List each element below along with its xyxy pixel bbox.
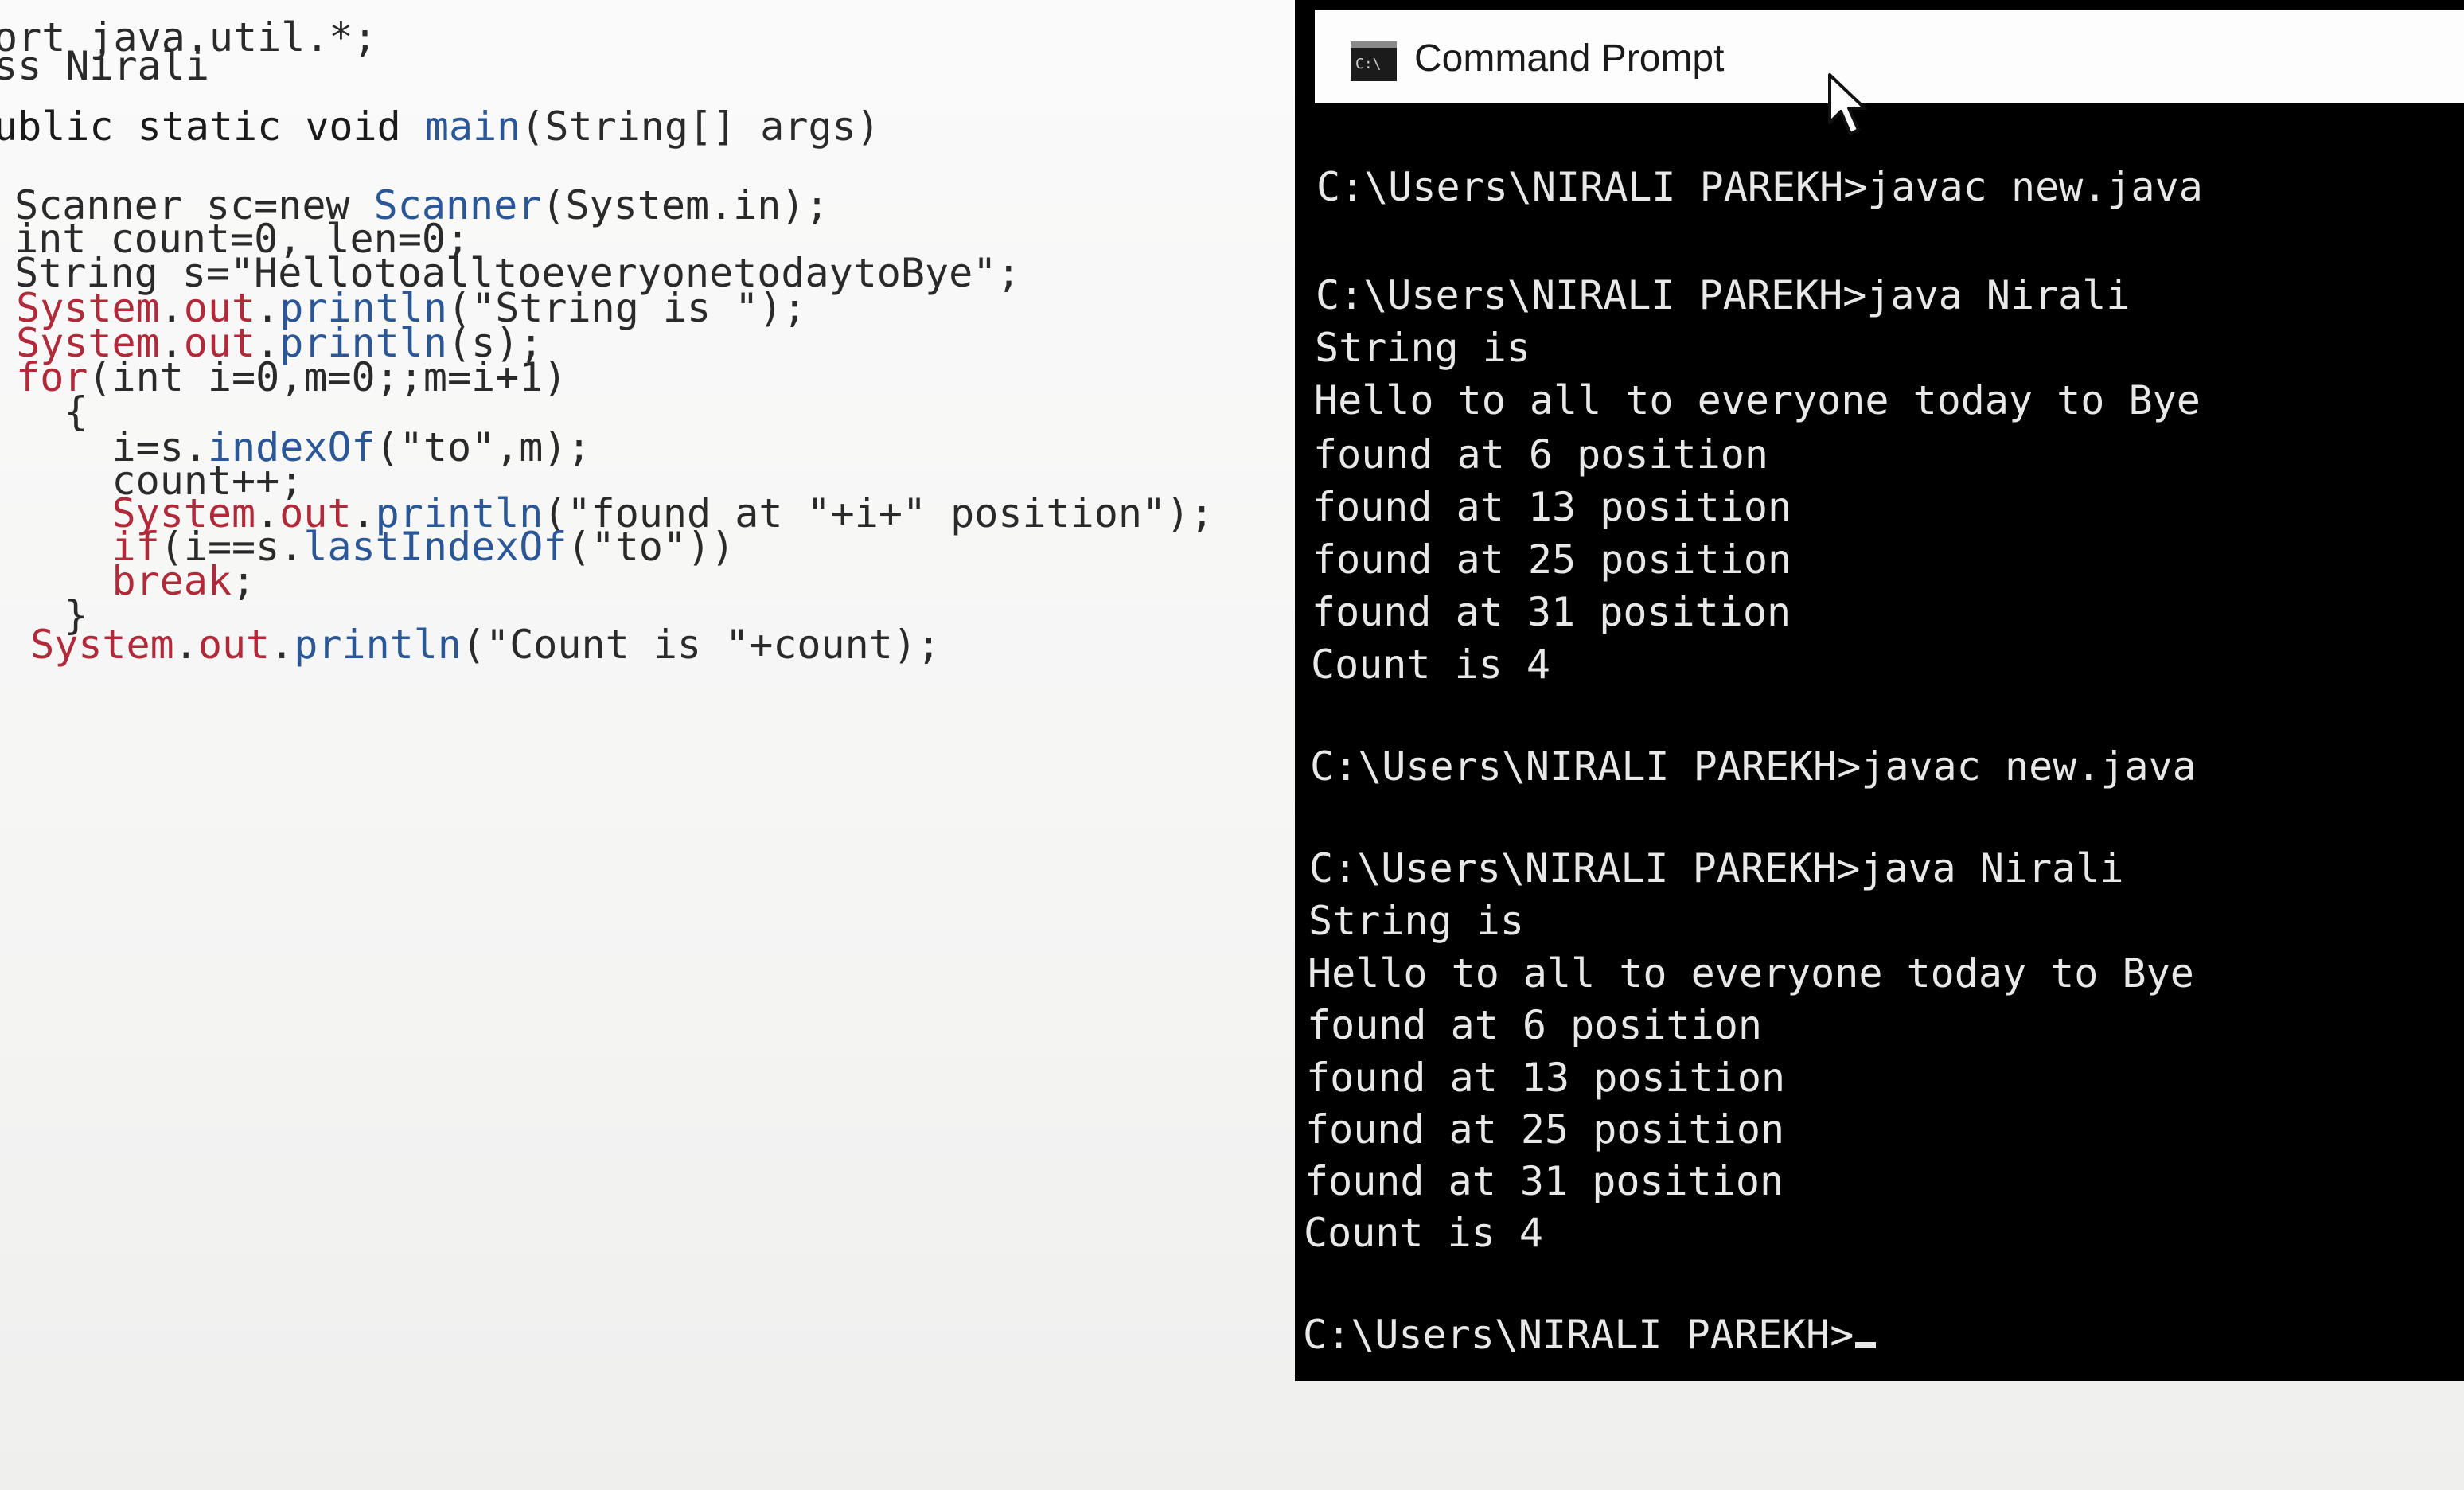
code-token: ublic static void (0, 103, 425, 150)
code-token: ss Nirali (0, 43, 209, 89)
terminal-line: found at 25 position (1312, 536, 1792, 583)
terminal-line: C:\Users\NIRALI PAREKH>javac new.java (1310, 743, 2197, 790)
code-token: (int i=0,m=0;;m=i+1) (88, 354, 567, 400)
code-token: lastIndexOf (303, 524, 567, 570)
text-cursor (1855, 1342, 1877, 1348)
code-token: ("to",m); (375, 424, 591, 470)
code-token: . (270, 622, 294, 668)
code-token: ; (232, 558, 256, 604)
code-token: ("Count is "+count); (461, 622, 942, 668)
pointer-arrow-icon (1828, 73, 1866, 135)
code-token: break (111, 558, 232, 604)
terminal-line: found at 31 position (1312, 589, 1791, 635)
terminal-line: String is (1315, 325, 1530, 371)
terminal-line: found at 6 position (1307, 1002, 1762, 1048)
terminal-line: C:\Users\NIRALI PAREKH>java Nirali (1316, 272, 2131, 318)
terminal-line: found at 6 position (1313, 431, 1768, 478)
code-token: ("to")) (567, 524, 735, 570)
terminal-line: found at 13 position (1306, 1055, 1786, 1101)
terminal-line: found at 25 position (1305, 1106, 1785, 1153)
code-token: main (424, 103, 521, 150)
terminal-prompt[interactable]: C:\Users\NIRALI PAREKH> (1303, 1312, 1877, 1358)
window-title: Command Prompt (1414, 37, 1725, 80)
code-token: out (197, 622, 271, 668)
terminal-line: Hello to all to everyone today to Bye (1314, 377, 2201, 423)
prompt-text: C:\Users\NIRALI PAREKH> (1303, 1312, 1854, 1358)
terminal-line: Count is 4 (1311, 642, 1551, 688)
terminal-line: Count is 4 (1304, 1210, 1544, 1256)
code-line: ss Nirali (0, 46, 209, 86)
code-token: (String[] args) (520, 103, 880, 150)
code-line: ublic static void main(String[] args) (0, 107, 880, 146)
terminal-line: C:\Users\NIRALI PAREKH>javac new.java (1316, 164, 2203, 210)
terminal-line: found at 31 position (1304, 1158, 1784, 1204)
console-icon (1351, 41, 1397, 81)
code-token: . (173, 622, 198, 668)
terminal-line: found at 13 position (1312, 484, 1792, 530)
code-token: println (294, 622, 462, 668)
terminal-line: C:\Users\NIRALI PAREKH>java Nirali (1309, 845, 2124, 891)
terminal-line: Hello to all to everyone today to Bye (1308, 950, 2194, 997)
code-line: System.out.println("Count is "+count); (6, 625, 941, 665)
code-token: (System.in); (541, 182, 829, 228)
command-prompt-window[interactable]: Command Prompt C:\Users\NIRALI PAREKH>ja… (1295, 0, 2464, 1381)
code-token: System (30, 622, 174, 668)
terminal-line: String is (1308, 898, 1524, 944)
window-titlebar[interactable]: Command Prompt (1315, 10, 2464, 135)
